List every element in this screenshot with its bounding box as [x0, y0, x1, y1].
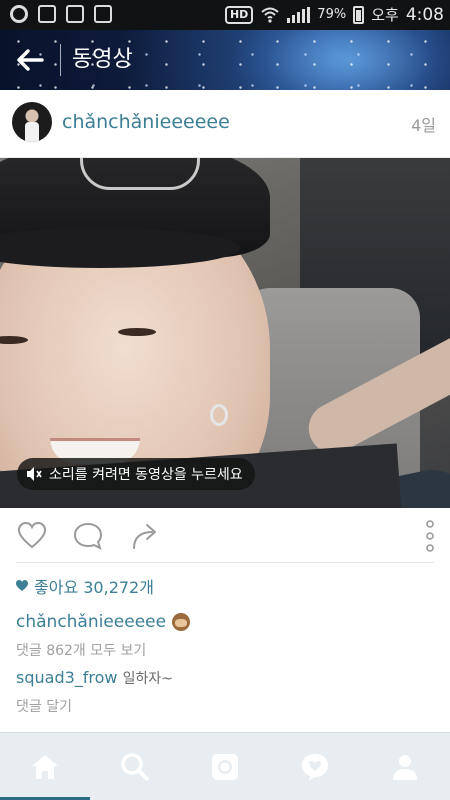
nav-search[interactable]	[90, 733, 180, 800]
header-divider	[60, 44, 61, 76]
likes-count[interactable]: 좋아요 30,272개	[16, 574, 154, 598]
app-header: 동영상	[0, 30, 450, 90]
news-icon	[38, 5, 56, 23]
video-frame-eye	[0, 336, 28, 344]
avatar[interactable]	[12, 102, 52, 142]
share-icon[interactable]	[130, 520, 162, 552]
arrow-left-icon	[17, 49, 44, 71]
back-button[interactable]	[14, 44, 46, 76]
video-player[interactable]: 소리를 켜려면 동영상을 누르세요	[0, 158, 450, 508]
small-heart-icon	[16, 580, 28, 591]
comment-username[interactable]: squad3_frow	[16, 668, 118, 687]
signal-icon	[287, 6, 311, 23]
actions-divider	[16, 562, 434, 563]
camera-icon	[212, 754, 238, 780]
wifi-icon	[261, 7, 279, 23]
sound-hint-label: 소리를 켜려면 동영상을 누르세요	[49, 467, 243, 483]
see-no-evil-monkey-icon	[172, 613, 191, 631]
hd-badge: HD	[224, 5, 254, 24]
activity-heart-icon	[302, 754, 328, 781]
battery-icon	[353, 5, 365, 24]
page-title: 동영상	[72, 47, 133, 72]
heart-icon[interactable]	[16, 520, 48, 552]
video-frame-earring	[210, 404, 228, 426]
muted-speaker-icon	[27, 467, 42, 481]
sound-hint[interactable]: 소리를 켜려면 동영상을 누르세요	[17, 458, 255, 490]
profile-icon	[393, 755, 417, 780]
post-username[interactable]: chǎnchǎnieeeeee	[62, 111, 230, 133]
more-vertical-icon[interactable]	[422, 520, 438, 552]
video-frame-eye	[118, 328, 156, 336]
status-bar: HD 79% 오후 4:08	[0, 0, 450, 30]
status-right: HD 79% 오후 4:08	[224, 4, 444, 25]
header-stars	[0, 30, 450, 90]
view-all-comments[interactable]: 댓글 862개 모두 보기	[16, 640, 146, 660]
comment-icon[interactable]	[72, 520, 104, 552]
g-app-icon	[10, 5, 28, 23]
status-time: 4:08	[405, 4, 444, 25]
search-icon	[121, 753, 149, 781]
bottom-nav	[0, 732, 450, 800]
comment-item: squad3_frow 일하자~	[16, 668, 173, 688]
add-comment[interactable]: 댓글 달기	[16, 696, 72, 716]
caption-username[interactable]: chǎnchǎnieeeeee	[16, 612, 166, 632]
nav-profile[interactable]	[360, 733, 450, 800]
post-time: 4일	[411, 116, 436, 135]
video-frame-sunglasses	[80, 158, 200, 190]
screenshot-icon	[94, 5, 112, 23]
nav-home[interactable]	[0, 733, 90, 800]
download-icon	[66, 5, 84, 23]
nav-activity[interactable]	[270, 733, 360, 800]
battery-percent: 79%	[317, 7, 347, 22]
notification-icons	[10, 5, 112, 23]
likes-label: 좋아요 30,272개	[34, 578, 154, 597]
post-caption: chǎnchǎnieeeeee	[16, 612, 191, 632]
time-ampm: 오후	[371, 6, 399, 24]
home-icon	[32, 755, 58, 779]
comment-text: 일하자~	[122, 671, 173, 687]
post-header: chǎnchǎnieeeeee 4일	[0, 90, 450, 158]
nav-camera[interactable]	[180, 733, 270, 800]
post-actions	[0, 508, 450, 564]
